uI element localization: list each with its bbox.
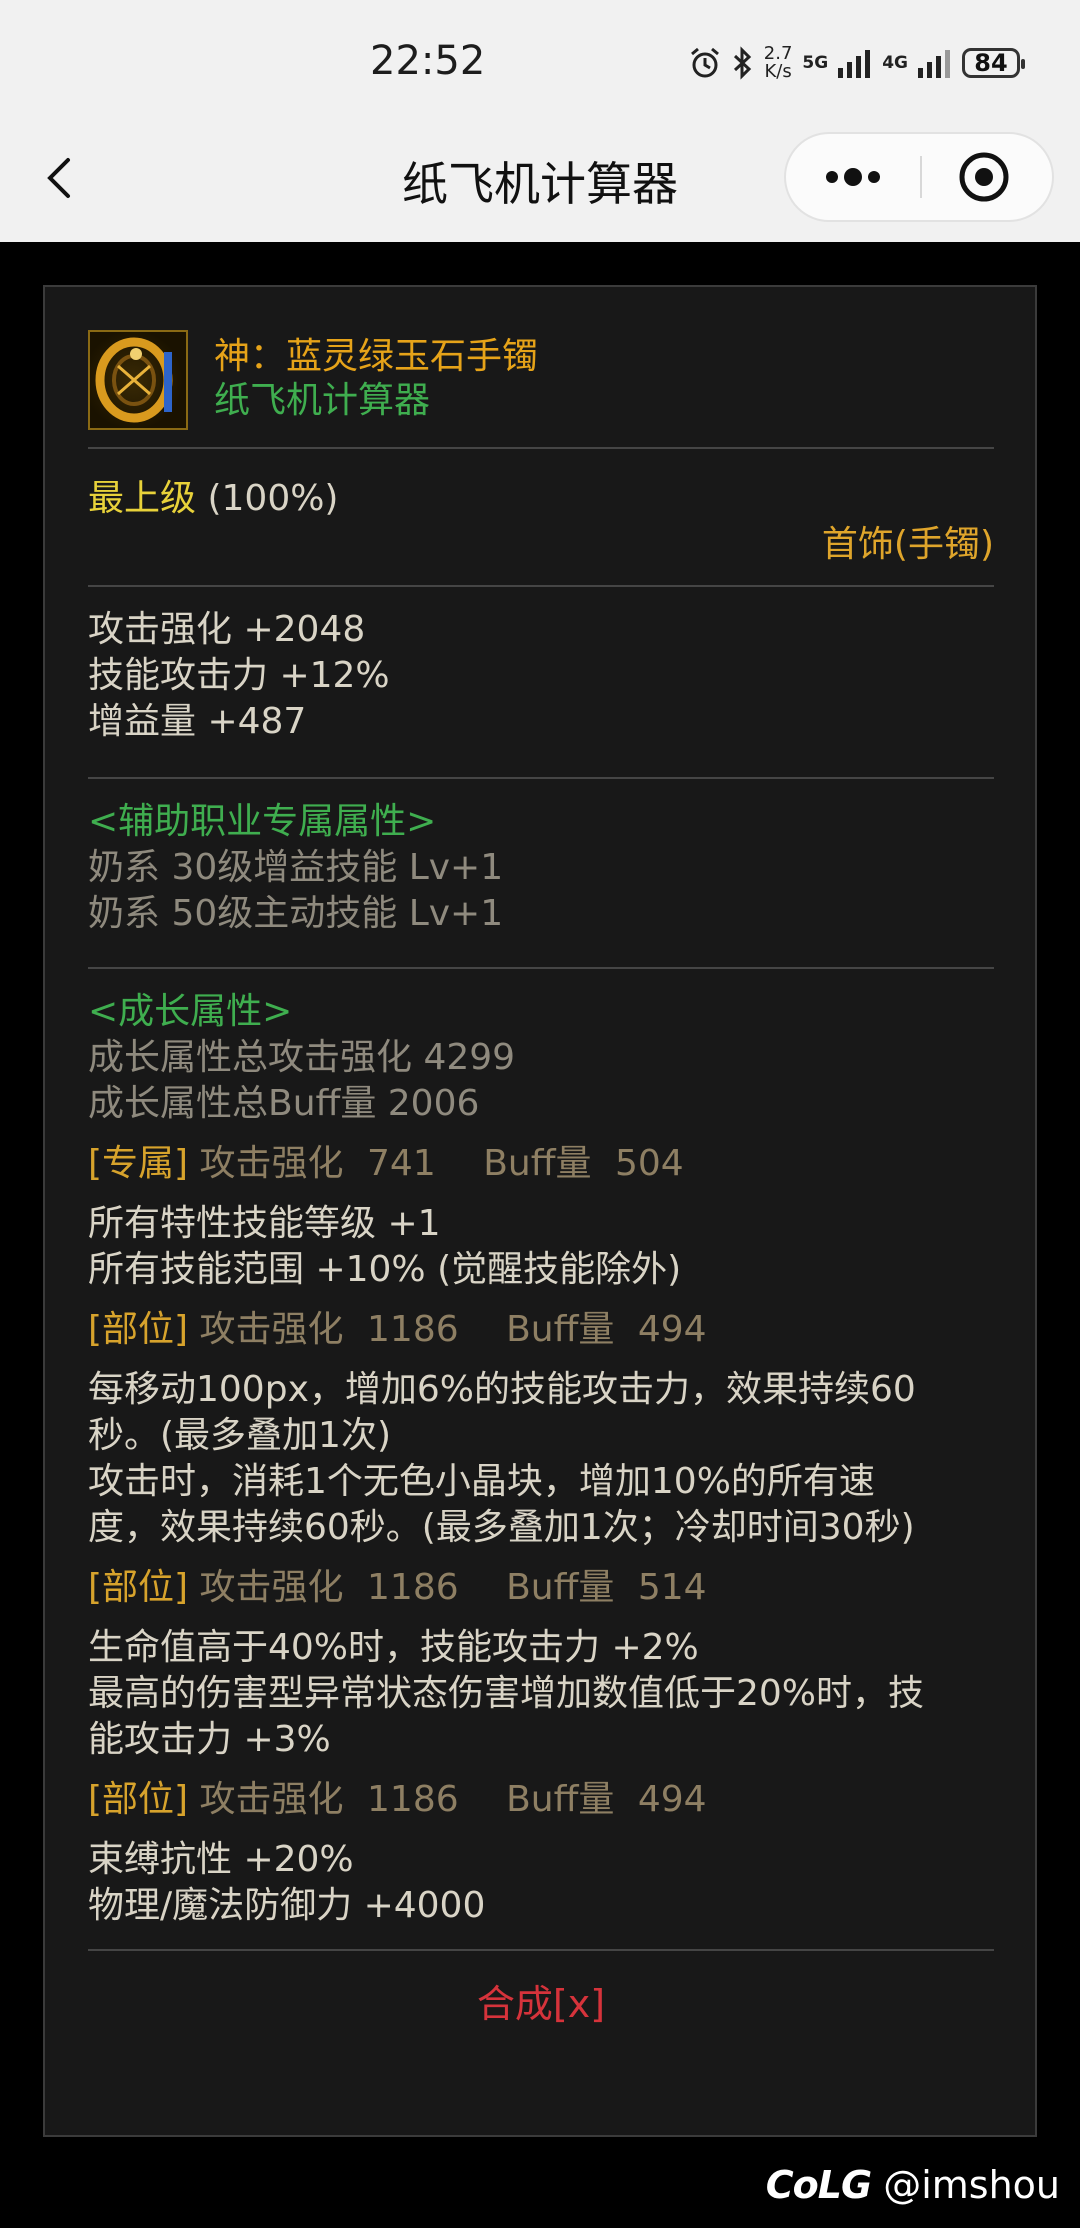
target-circle-icon: [959, 152, 1009, 202]
network-4g-label: 4G: [882, 53, 908, 73]
watermark: CoLG @imshou: [766, 2160, 1060, 2210]
option-attack-label: 攻击强化: [199, 1309, 344, 1350]
option-tag: [专属]: [88, 1143, 189, 1184]
option-effect-line: 攻击时，消耗1个无色小晶块，增加10%的所有速: [88, 1461, 875, 1502]
bracelet-icon: [88, 330, 188, 430]
item-header: 神：蓝灵绿玉石手镯 纸飞机计算器: [88, 287, 994, 447]
status-icons: 2.7 K/s 5G 4G 84: [688, 40, 1025, 86]
support-section: <辅助职业专属属性> 奶系 30级增益技能 Lv+1 奶系 50级主动技能 Lv…: [88, 779, 994, 967]
option-effect-line: 物理/魔法防御力 +4000: [88, 1885, 486, 1926]
item-grade: 最上级 (100%): [88, 469, 338, 521]
growth-option-header: [专属] 攻击强化 741 Buff量 504: [88, 1141, 994, 1187]
growth-section: <成长属性> 成长属性总攻击强化 4299 成长属性总Buff量 2006 [专…: [88, 969, 994, 1949]
base-stat-line: 攻击强化 +2048: [88, 609, 366, 650]
option-attack-value: 1186: [367, 1779, 459, 1820]
option-effect-line: 最高的伤害型异常状态伤害增加数值低于20%时，技: [88, 1673, 925, 1714]
mini-program-capsule: [784, 132, 1054, 222]
growth-option-header: [部位] 攻击强化 1186 Buff量 494: [88, 1307, 994, 1353]
option-effect-line: 所有特性技能等级 +1: [88, 1203, 441, 1244]
growth-option-header: [部位] 攻击强化 1186 Buff量 514: [88, 1565, 994, 1611]
signal-bars-icon: [918, 50, 950, 78]
option-effect-line: 度，效果持续60秒。(最多叠加1次；冷却时间30秒): [88, 1507, 915, 1548]
craft-button[interactable]: 合成[x]: [88, 1951, 994, 2028]
item-tooltip-card: 神：蓝灵绿玉石手镯 纸飞机计算器 最上级 (100%) 首饰(手镯) 攻击强化 …: [43, 285, 1037, 2137]
battery-level: 84: [974, 49, 1008, 77]
growth-title: <成长属性>: [88, 991, 293, 1032]
bluetooth-icon: [733, 46, 751, 80]
option-effect-line: 束缚抗性 +20%: [88, 1839, 354, 1880]
growth-total-attack: 成长属性总攻击强化 4299: [88, 1037, 516, 1078]
more-button[interactable]: [786, 134, 920, 220]
nav-bar: 纸飞机计算器: [0, 126, 1080, 242]
option-buff-label: Buff量: [506, 1779, 615, 1820]
option-effect-line: 能攻击力 +3%: [88, 1719, 331, 1760]
grade-label: 最上级: [88, 478, 197, 519]
option-buff-label: Buff量: [506, 1567, 615, 1608]
support-title: <辅助职业专属属性>: [88, 801, 437, 842]
growth-option-header: [部位] 攻击强化 1186 Buff量 494: [88, 1777, 994, 1823]
battery-indicator: 84: [962, 48, 1025, 78]
option-attack-label: 攻击强化: [199, 1779, 344, 1820]
more-dots-icon: [826, 168, 880, 186]
growth-total-buff: 成长属性总Buff量 2006: [88, 1083, 480, 1124]
support-line: 奶系 30级增益技能 Lv+1: [88, 847, 504, 888]
option-effect-line: 每移动100px，增加6%的技能攻击力，效果持续60: [88, 1369, 916, 1410]
base-stats-section: 攻击强化 +2048 技能攻击力 +12% 增益量 +487: [88, 587, 994, 777]
option-tag: [部位]: [88, 1779, 189, 1820]
signal-bars-icon: [838, 50, 871, 78]
option-attack-value: 1186: [367, 1567, 459, 1608]
net-speed-unit: K/s: [764, 61, 792, 82]
status-time: 22:52: [370, 38, 486, 84]
item-slot: 首饰(手镯): [821, 524, 994, 565]
status-bar: 22:52 2.7 K/s 5G 4G 84: [0, 0, 1080, 126]
item-source: 纸飞机计算器: [214, 380, 431, 421]
base-stat-line: 技能攻击力 +12%: [88, 655, 390, 696]
option-buff-value: 494: [637, 1779, 707, 1820]
option-effect-line: 所有技能范围 +10% (觉醒技能除外): [88, 1249, 682, 1290]
option-attack-label: 攻击强化: [199, 1567, 344, 1608]
option-effect-line: 生命值高于40%时，技能攻击力 +2%: [88, 1627, 699, 1668]
grade-row: 最上级 (100%) 首饰(手镯): [88, 449, 994, 585]
option-tag: [部位]: [88, 1309, 189, 1350]
option-effect-line: 秒。(最多叠加1次): [88, 1415, 391, 1456]
option-buff-value: 504: [614, 1143, 684, 1184]
watermark-handle: @imshou: [883, 2163, 1060, 2207]
option-attack-label: 攻击强化: [199, 1143, 344, 1184]
close-mini-program-button[interactable]: [922, 134, 1052, 220]
item-tooltip-content: 神：蓝灵绿玉石手镯 纸飞机计算器 最上级 (100%) 首饰(手镯) 攻击强化 …: [88, 287, 994, 2028]
support-line: 奶系 50级主动技能 Lv+1: [88, 893, 504, 934]
grade-percent: (100%): [207, 478, 339, 519]
option-attack-value: 741: [367, 1143, 436, 1184]
option-attack-value: 1186: [367, 1309, 459, 1350]
alarm-icon: [690, 47, 719, 78]
watermark-logo: CoLG: [765, 2163, 872, 2207]
option-buff-label: Buff量: [483, 1143, 592, 1184]
option-tag: [部位]: [88, 1567, 189, 1608]
option-buff-value: 514: [637, 1567, 707, 1608]
net-speed: 2.7 K/s: [764, 45, 793, 81]
base-stat-line: 增益量 +487: [88, 701, 307, 742]
option-buff-value: 494: [637, 1309, 707, 1350]
option-buff-label: Buff量: [506, 1309, 615, 1350]
network-5g-label: 5G: [802, 53, 829, 73]
